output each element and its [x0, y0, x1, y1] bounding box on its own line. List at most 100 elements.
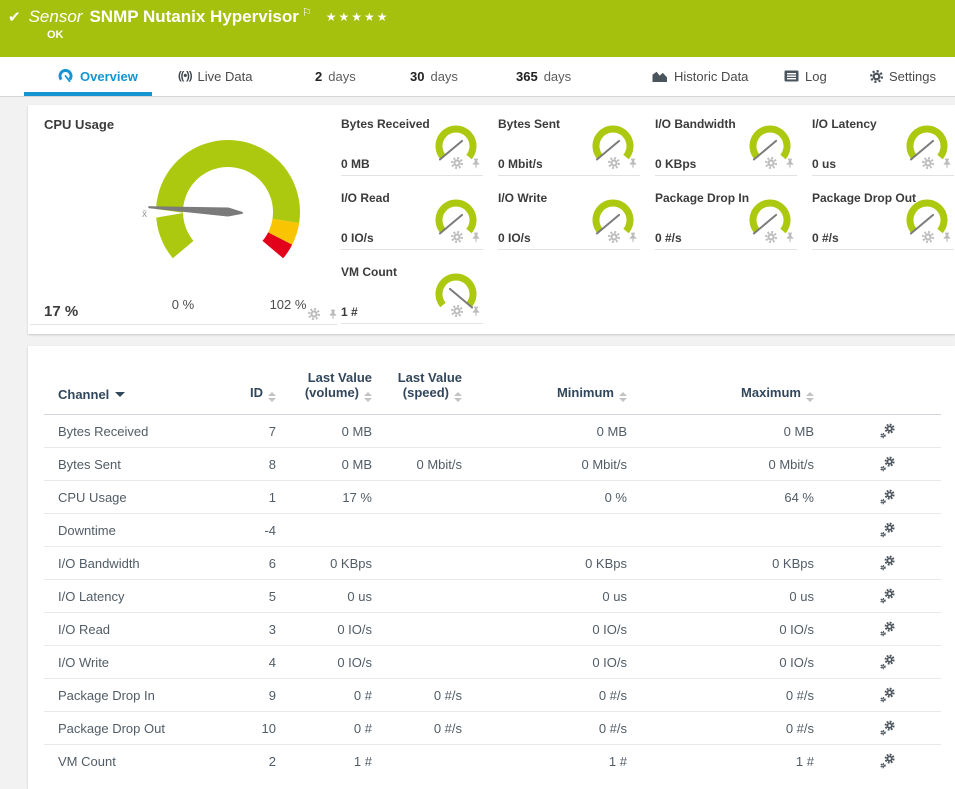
gauge-cell-actions: [606, 155, 640, 171]
cell-maximum: 1 #: [647, 745, 834, 778]
channel-settings-button[interactable]: [878, 751, 897, 771]
cell-maximum: 0 #/s: [647, 679, 834, 712]
cell-minimum: [482, 514, 647, 547]
cell-channel: VM Count: [44, 745, 224, 778]
status-badge: OK: [47, 29, 64, 41]
gauge-cell-i-o-read: I/O Read0 IO/s: [341, 185, 483, 250]
unpin-button[interactable]: [940, 156, 954, 171]
gauge-cell-actions: [920, 229, 954, 245]
channel-settings-button[interactable]: [878, 652, 897, 672]
cell-last-value-speed: [392, 514, 482, 547]
table-row-package-drop-in: Package Drop In90 #0 #/s0 #/s0 #/s: [44, 679, 941, 712]
gauge-settings-button[interactable]: [920, 155, 936, 171]
cpu-usage-gauge: x̄: [128, 119, 338, 319]
channel-settings-icon: [880, 423, 895, 439]
priority-stars[interactable]: ★★★★★: [326, 10, 390, 24]
channel-settings-button[interactable]: [878, 520, 897, 540]
pin-icon: [471, 306, 481, 317]
unpin-button[interactable]: [940, 230, 954, 245]
tab-30-days[interactable]: 30days: [410, 57, 458, 95]
col-header-actions: [834, 346, 941, 415]
gauge-settings-button[interactable]: [449, 155, 465, 171]
tab-bar: Overview ((•)) Live Data 2days 30days 36…: [0, 57, 955, 97]
cell-channel: Package Drop Out: [44, 712, 224, 745]
channel-settings-button[interactable]: [878, 553, 897, 573]
gear-icon: [922, 231, 934, 243]
unpin-button[interactable]: [626, 156, 640, 171]
pin-icon: [942, 232, 952, 243]
gauge-value: 0 Mbit/s: [498, 157, 543, 171]
cell-last-value-volume: 1 #: [290, 745, 392, 778]
cell-last-value-volume: 0 #: [290, 679, 392, 712]
channel-settings-button[interactable]: [878, 718, 897, 738]
col-header-minimum[interactable]: Minimum: [482, 346, 647, 415]
channel-settings-button[interactable]: [878, 487, 897, 507]
channel-settings-button[interactable]: [878, 685, 897, 705]
cell-last-value-speed: [392, 745, 482, 778]
table-row-cpu-usage: CPU Usage117 %0 %64 %: [44, 481, 941, 514]
sensor-name: SNMP Nutanix Hypervisor: [89, 7, 298, 27]
gauge-value: 0 IO/s: [341, 231, 374, 245]
flag-icon[interactable]: ⚐: [302, 6, 312, 19]
table-row-downtime: Downtime-4: [44, 514, 941, 547]
gauge-settings-button[interactable]: [306, 306, 322, 322]
channel-settings-button[interactable]: [878, 454, 897, 474]
cell-id: 4: [224, 646, 290, 679]
col-header-id[interactable]: ID: [224, 346, 290, 415]
cell-minimum: 0 %: [482, 481, 647, 514]
gauge-settings-button[interactable]: [606, 229, 622, 245]
gauge-settings-button[interactable]: [606, 155, 622, 171]
table-row-package-drop-out: Package Drop Out100 #0 #/s0 #/s0 #/s: [44, 712, 941, 745]
tab-overview[interactable]: Overview: [57, 57, 138, 95]
tab-settings[interactable]: Settings: [870, 57, 936, 95]
tab-historic-data[interactable]: Historic Data: [652, 57, 748, 95]
unpin-button[interactable]: [626, 230, 640, 245]
cell-minimum: 0 KBps: [482, 547, 647, 580]
unpin-button[interactable]: [469, 230, 483, 245]
col-header-maximum[interactable]: Maximum: [647, 346, 834, 415]
table-row-i-o-read: I/O Read30 IO/s0 IO/s0 IO/s: [44, 613, 941, 646]
tab-365-days[interactable]: 365days: [516, 57, 571, 95]
tab-2-days[interactable]: 2days: [315, 57, 356, 95]
unpin-button[interactable]: [469, 156, 483, 171]
unpin-button[interactable]: [783, 230, 797, 245]
tab-live-data[interactable]: ((•)) Live Data: [178, 57, 252, 95]
gauge-value: 0 KBps: [655, 157, 696, 171]
cell-channel: Downtime: [44, 514, 224, 547]
cell-last-value-volume: 0 MB: [290, 415, 392, 448]
cell-channel: I/O Write: [44, 646, 224, 679]
cell-last-value-speed: 0 #/s: [392, 712, 482, 745]
cell-last-value-volume: [290, 514, 392, 547]
unpin-button[interactable]: [783, 156, 797, 171]
sensor-header: ✔ Sensor SNMP Nutanix Hypervisor ⚐ ★★★★★…: [0, 0, 955, 57]
gauge-settings-button[interactable]: [449, 303, 465, 319]
cpu-usage-gauge-label: CPU Usage: [44, 117, 114, 132]
col-header-channel[interactable]: Channel: [44, 346, 224, 415]
channel-settings-button[interactable]: [878, 586, 897, 606]
channel-settings-icon: [880, 621, 895, 637]
channel-settings-icon: [880, 456, 895, 472]
gauge-cell-actions: [763, 229, 797, 245]
tab-log[interactable]: Log: [784, 57, 827, 95]
cell-last-value-speed: [392, 415, 482, 448]
log-list-icon: [784, 69, 799, 83]
gauge-settings-button[interactable]: [449, 229, 465, 245]
gauge-value: 0 #/s: [812, 231, 839, 245]
pin-icon: [785, 232, 795, 243]
cell-maximum: 64 %: [647, 481, 834, 514]
unpin-button[interactable]: [326, 307, 340, 322]
col-header-last-value-volume[interactable]: Last Value (volume): [290, 346, 392, 415]
gauge-settings-button[interactable]: [763, 229, 779, 245]
unpin-button[interactable]: [469, 304, 483, 319]
col-header-last-value-speed[interactable]: Last Value (speed): [392, 346, 482, 415]
gauge-min-label: 0 %: [153, 297, 213, 312]
sort-desc-icon: [115, 392, 125, 397]
channel-settings-button[interactable]: [878, 421, 897, 441]
cell-channel: I/O Read: [44, 613, 224, 646]
table-row-vm-count: VM Count21 #1 #1 #: [44, 745, 941, 778]
channel-settings-button[interactable]: [878, 619, 897, 639]
gauge-settings-button[interactable]: [920, 229, 936, 245]
gauge-value: 0 IO/s: [498, 231, 531, 245]
gauge-settings-button[interactable]: [763, 155, 779, 171]
cell-minimum: 0 MB: [482, 415, 647, 448]
